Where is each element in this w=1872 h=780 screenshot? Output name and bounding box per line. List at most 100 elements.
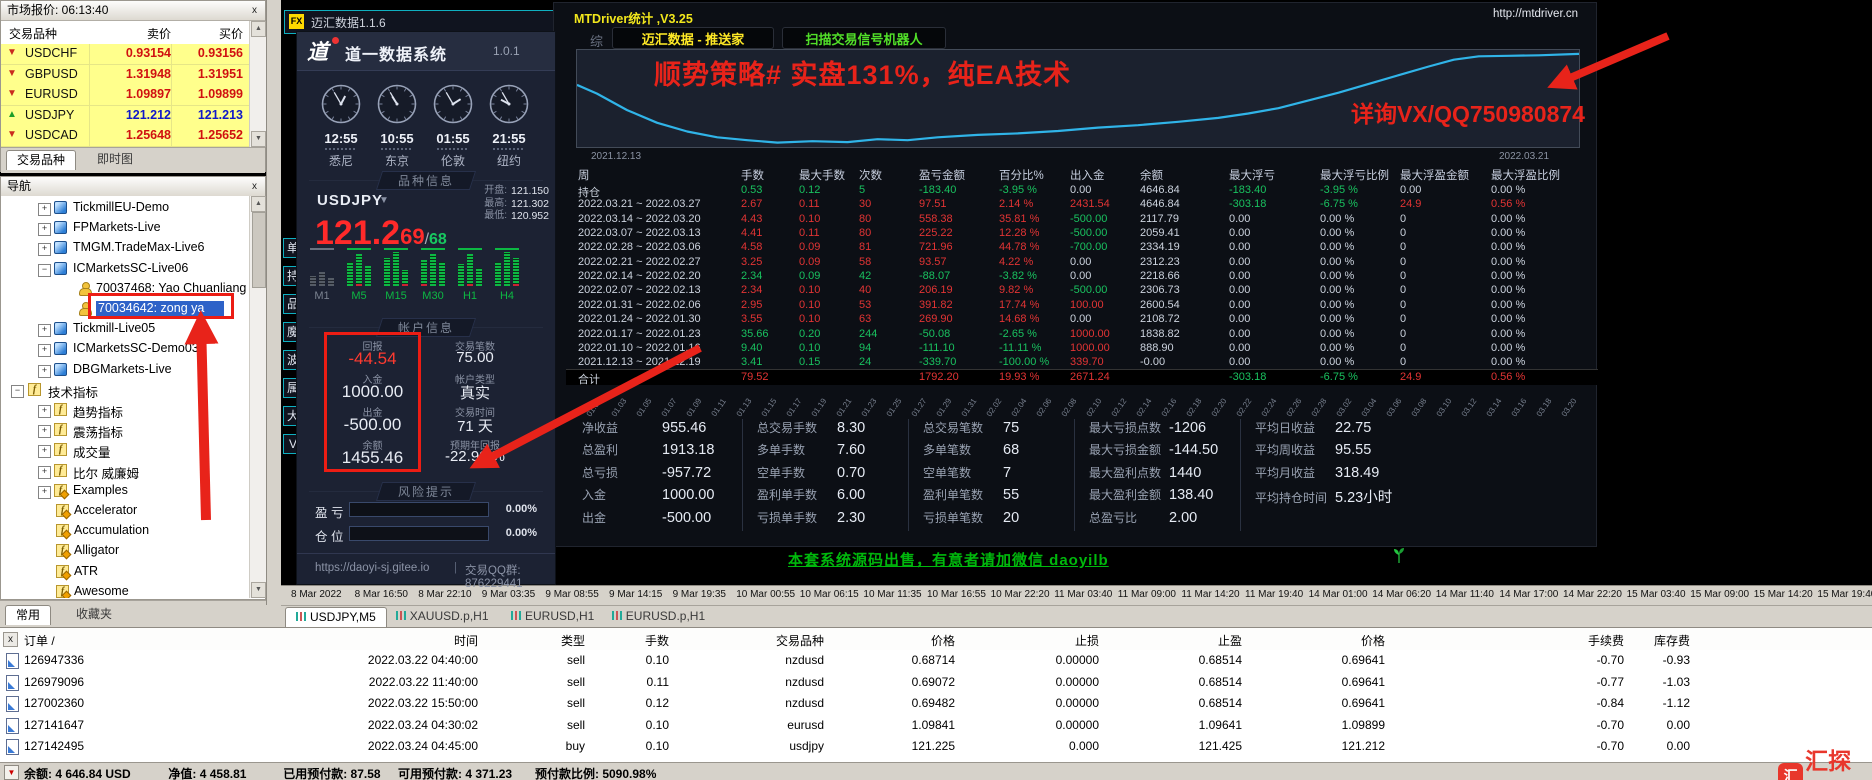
order-row[interactable]: 127141647 2022.03.24 04:30:02 sell 0.10 euru… (0, 714, 1872, 737)
orders-col-header-order-symbol[interactable]: 交易品种 (669, 632, 824, 649)
tab-common[interactable]: 常用 (5, 605, 52, 625)
expand-icon[interactable]: + (38, 223, 51, 237)
tree-item[interactable]: 70034642: zong ya (1, 299, 249, 319)
tree-item[interactable]: f Awesome (1, 582, 249, 598)
col-symbol[interactable]: 交易品种 (9, 25, 57, 42)
expand-icon[interactable]: + (38, 465, 51, 479)
axis-date-label: 01.13 (734, 396, 754, 417)
scroll-thumb[interactable] (252, 212, 266, 288)
close-icon[interactable]: x (248, 180, 261, 193)
tree-item[interactable]: + FPMarkets-Live (1, 218, 249, 238)
close-icon[interactable]: x (248, 4, 261, 17)
timeframe-label[interactable]: M1 (308, 290, 336, 302)
col-bid[interactable]: 卖价 (91, 25, 171, 42)
scroll-down-icon[interactable]: ▼ (251, 582, 266, 598)
orders-col-header-order-time[interactable]: 时间 (270, 632, 478, 649)
orders-header: x 订单 / 时间 类型 手数 交易品种 价格 止损 止盈 价格 手续费 库存费 (0, 628, 1872, 651)
summary-label: 多单笔数 (923, 443, 972, 458)
tab-tick-chart[interactable]: 即时图 (87, 150, 143, 169)
tree-item[interactable]: + f 趋势指标 (1, 400, 249, 420)
scan-signal-robot-button[interactable]: 扫描交易信号机器人 (782, 27, 946, 49)
expand-icon[interactable]: + (38, 203, 51, 216)
expand-icon[interactable]: + (38, 405, 51, 418)
tree-item[interactable]: f Accumulation (1, 521, 249, 541)
risk-value: 0.00% (505, 503, 537, 515)
tree-item[interactable]: − f 技术指标 (1, 380, 249, 400)
expand-icon[interactable]: + (38, 485, 51, 499)
timeframe-label[interactable]: M15 (382, 290, 410, 302)
tree-item[interactable]: + f 震荡指标 (1, 420, 249, 440)
quote-row[interactable]: ▼ GBPUSD 1.31948 1.31951 (1, 64, 249, 86)
market-watch-scrollbar[interactable]: ▲ ▼ (249, 21, 266, 147)
chart-tab-usdjpy-m5[interactable]: USDJPY,M5 (285, 607, 387, 627)
orders-col-header-order-sl[interactable]: 止损 (955, 632, 1099, 649)
order-row[interactable]: 127002360 2022.03.22 15:50:00 sell 0.12 nzdu… (0, 693, 1872, 715)
scroll-down-icon[interactable]: ▼ (251, 131, 266, 147)
collapse-icon[interactable]: − (11, 384, 24, 398)
orders-col-header-order-commission[interactable]: 手续费 (1385, 632, 1624, 649)
maihui-data-button[interactable]: 迈汇数据 - 推送家 (612, 27, 774, 49)
close-icon[interactable]: x (3, 632, 18, 647)
orders-col-header-order-lots[interactable]: 手数 (585, 632, 669, 649)
tree-item[interactable]: + f 比尔 威廉姆 (1, 461, 249, 481)
chart-tab-eurusd-p-h1[interactable]: EURUSD.p,H1 (602, 607, 715, 626)
stats-cell: 2022.01.17 ~ 2022.01.23 (578, 327, 701, 340)
scroll-up-icon[interactable]: ▲ (251, 21, 266, 37)
expand-icon[interactable]: + (38, 425, 51, 439)
daoyi-url[interactable]: https://daoyi-sj.gitee.io (315, 562, 429, 574)
tree-item[interactable]: + TickmillEU-Demo (1, 198, 249, 218)
tree-item[interactable]: + f Examples (1, 481, 249, 501)
tab-summary[interactable]: 综 (590, 31, 603, 50)
stats-cell: 0 (1400, 212, 1407, 225)
chevron-down-icon[interactable]: ▼ (379, 195, 389, 206)
orders-col-header-order-current-price[interactable]: 价格 (1242, 632, 1385, 649)
tree-item[interactable]: + f 成交量 (1, 440, 249, 460)
orders-col-header-order-tp[interactable]: 止盈 (1099, 632, 1242, 649)
mtdriver-url[interactable]: http://mtdriver.cn (1493, 8, 1578, 20)
chart-start-date: 2021.12.13 (591, 151, 642, 162)
stats-cell: 2600.54 (1140, 298, 1180, 311)
tree-item[interactable]: f Alligator (1, 541, 249, 561)
timeframe-label[interactable]: H1 (456, 290, 484, 302)
timeframe-label[interactable]: M30 (419, 290, 447, 302)
stats-cell: 97.51 (919, 198, 947, 211)
daoyi-titlebar[interactable]: 道 道一数据系统 1.0.1 (297, 32, 555, 71)
tree-item[interactable]: + TMGM.TradeMax-Live6 (1, 238, 249, 258)
tree-item[interactable]: + Tickmill-Live05 (1, 319, 249, 339)
tab-favorites[interactable]: 收藏夹 (66, 605, 122, 624)
timeframe-label[interactable]: M5 (345, 290, 373, 302)
scroll-up-icon[interactable]: ▲ (251, 196, 266, 212)
quote-row[interactable]: ▼ EURUSD 1.09897 1.09899 (1, 85, 249, 106)
orders-col-header-order-swap[interactable]: 库存费 (1624, 632, 1690, 649)
tree-item[interactable]: − ICMarketsSC-Live06 (1, 259, 249, 279)
stats-cell: 0.00 % (1320, 241, 1355, 254)
chart-tab-xauusd-p-h1[interactable]: XAUUSD.p,H1 (386, 607, 499, 626)
chart-tab-eurusd-h1[interactable]: EURUSD,H1 (501, 607, 604, 626)
col-ask[interactable]: 买价 (173, 25, 243, 42)
ohl-row: 开盘: 121.150 (449, 185, 549, 198)
expand-icon[interactable]: + (38, 344, 51, 358)
order-row[interactable]: 127142495 2022.03.24 04:45:00 buy 0.10 usdjp… (0, 736, 1872, 758)
expand-icon[interactable]: + (38, 445, 51, 459)
symbol-name[interactable]: USDJPY (317, 192, 383, 209)
expand-icon[interactable]: + (38, 324, 51, 338)
navigator-scrollbar[interactable]: ▲ ▼ (249, 196, 266, 598)
quote-row[interactable]: ▲ USDJPY 121.212 121.213 (1, 105, 249, 127)
tree-item[interactable]: f Accelerator (1, 501, 249, 521)
timeframe-label[interactable]: H4 (493, 290, 521, 302)
tree-item[interactable]: + ICMarketsSC-Demo03 (1, 339, 249, 359)
tab-symbols[interactable]: 交易品种 (6, 150, 77, 170)
order-row[interactable]: 126979096 2022.03.22 11:40:00 sell 0.11 nzdu… (0, 671, 1872, 694)
tree-item[interactable]: 70037468: Yao Chuanliang (1, 279, 249, 299)
tree-item[interactable]: f ATR (1, 562, 249, 582)
expand-icon[interactable]: + (38, 243, 51, 257)
orders-col-header-order-id[interactable]: 订单 / (24, 632, 270, 649)
orders-col-header-order-type[interactable]: 类型 (478, 632, 585, 649)
orders-col-header-order-price[interactable]: 价格 (824, 632, 955, 649)
expand-icon[interactable]: + (38, 364, 51, 378)
order-row[interactable]: 126947336 2022.03.22 04:40:00 sell 0.10 nzdu… (0, 650, 1872, 672)
tree-item[interactable]: + DBGMarkets-Live (1, 360, 249, 380)
quote-row[interactable]: ▼ USDCAD 1.25648 1.25652 (1, 126, 249, 147)
quote-row[interactable]: ▼ USDCHF 0.93154 0.93156 (1, 44, 249, 65)
collapse-icon[interactable]: − (38, 263, 51, 277)
